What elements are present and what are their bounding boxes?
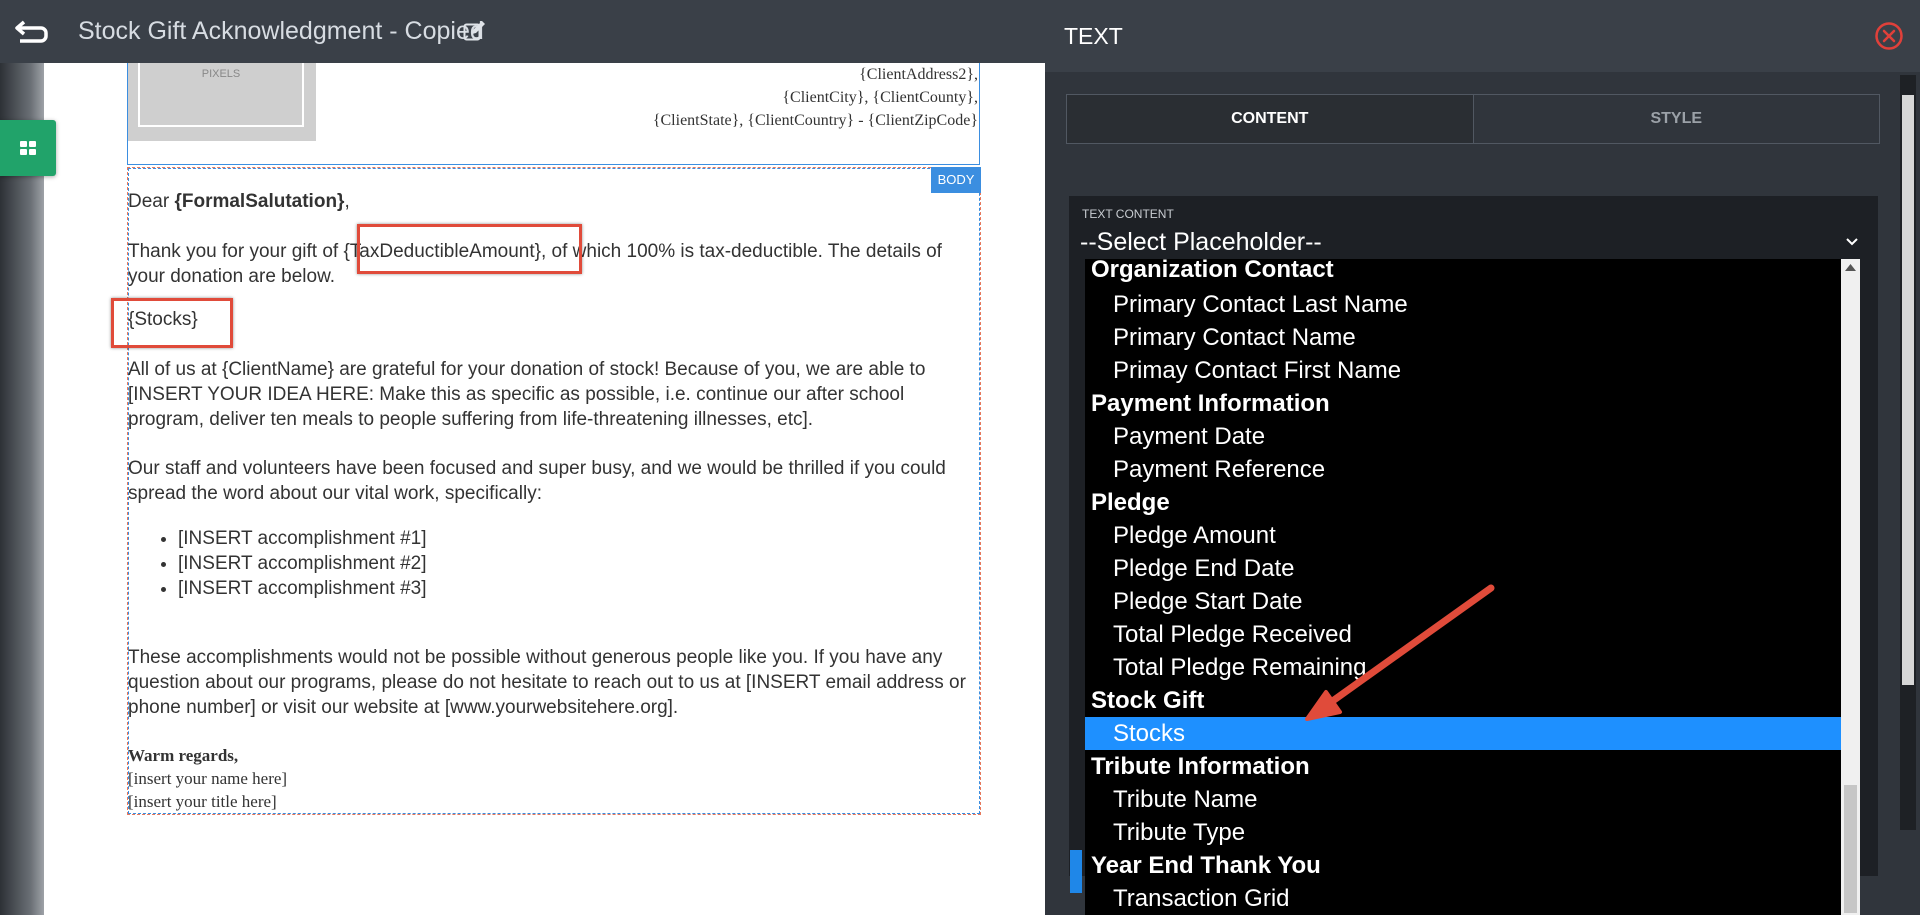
tax-amount-highlight-box xyxy=(357,224,582,274)
list-item: [INSERT accomplishment #1] xyxy=(178,526,978,551)
contact-paragraph: These accomplishments would not be possi… xyxy=(128,647,966,718)
option-group: Stock Gift xyxy=(1091,687,1205,714)
list-item[interactable]: Total Pledge Remaining xyxy=(1085,651,1841,684)
editor-header: Stock Gift Acknowledgment - Copied xyxy=(0,0,1045,63)
grid-icon xyxy=(20,141,36,155)
list-item[interactable]: Transaction Grid xyxy=(1085,882,1841,915)
apply-button[interactable] xyxy=(1070,850,1082,893)
client-address: {ClientAddress2}, {ClientCity}, {ClientC… xyxy=(653,63,978,132)
list-item[interactable]: Tribute Type xyxy=(1085,816,1841,849)
dropdown-options: Organization Contact Primary Contact Las… xyxy=(1085,259,1841,915)
stocks-placeholder: {Stocks} xyxy=(128,309,198,330)
accomplishment-list: [INSERT accomplishment #1] [INSERT accom… xyxy=(128,526,978,601)
greeting-placeholder: {FormalSalutation} xyxy=(174,191,345,212)
back-button[interactable] xyxy=(0,0,63,63)
canvas-gutter xyxy=(0,63,44,915)
placeholder-dropdown-list[interactable]: Organization Contact Primary Contact Las… xyxy=(1085,259,1860,915)
greeting: Dear {FormalSalutation}, xyxy=(128,189,978,214)
list-item[interactable]: Pledge End Date xyxy=(1085,552,1841,585)
list-item-selected[interactable]: Stocks xyxy=(1085,717,1841,750)
signature-name: [insert your name here] xyxy=(128,769,288,788)
option-group: Payment Information xyxy=(1091,390,1330,417)
list-item[interactable]: Pledge Start Date xyxy=(1085,585,1841,618)
panel-scrollbar-thumb[interactable] xyxy=(1902,95,1914,685)
address-line: {ClientCity}, {ClientCounty}, xyxy=(782,89,978,106)
panel-title: TEXT xyxy=(1064,23,1123,49)
chevron-down-icon[interactable] xyxy=(1845,237,1859,247)
signature-title: [insert your title here] xyxy=(128,792,277,811)
gratitude-paragraph: All of us at {ClientName} are grateful f… xyxy=(128,359,926,430)
back-arrow-icon xyxy=(14,20,48,43)
dropdown-scrollbar[interactable] xyxy=(1841,259,1860,915)
address-line: {ClientAddress2}, xyxy=(859,66,978,83)
list-item[interactable]: Total Pledge Received xyxy=(1085,618,1841,651)
document-title: Stock Gift Acknowledgment - Copied xyxy=(78,17,484,45)
list-item[interactable]: Primary Contact Name xyxy=(1085,321,1841,354)
list-item[interactable]: Payment Date xyxy=(1085,420,1841,453)
logo-placeholder[interactable]: PIXELS xyxy=(128,63,316,141)
list-item[interactable]: Pledge Amount xyxy=(1085,519,1841,552)
list-item[interactable]: Payment Reference xyxy=(1085,453,1841,486)
placeholder-select[interactable]: --Select Placeholder-- xyxy=(1080,228,1322,257)
scroll-up-icon[interactable] xyxy=(1845,264,1856,271)
tab-content[interactable]: CONTENT xyxy=(1067,95,1474,143)
letter-content[interactable]: Dear {FormalSalutation}, Thank you for y… xyxy=(128,185,978,813)
staff-paragraph: Our staff and volunteers have been focus… xyxy=(128,458,946,504)
letter-header-block[interactable]: PIXELS {ClientAddress2}, {ClientCity}, {… xyxy=(127,63,980,165)
close-icon[interactable] xyxy=(1874,21,1904,51)
option-group: Organization Contact xyxy=(1091,259,1334,283)
list-item[interactable]: Tribute Name xyxy=(1085,783,1841,816)
tab-style[interactable]: STYLE xyxy=(1474,95,1880,143)
closing: Warm regards, xyxy=(128,746,239,765)
option-group: Year End Thank You xyxy=(1091,852,1321,879)
logo-size-label: PIXELS xyxy=(138,63,304,127)
list-item: [INSERT accomplishment #2] xyxy=(178,551,978,576)
greeting-suffix: , xyxy=(344,191,350,212)
list-item: [INSERT accomplishment #3] xyxy=(178,576,978,601)
layout-toggle-button[interactable] xyxy=(0,120,56,176)
gift-line-prefix: Thank you for your gift of xyxy=(128,241,344,262)
address-line: {ClientState}, {ClientCountry} - {Client… xyxy=(652,112,978,129)
option-group: Tribute Information xyxy=(1091,753,1310,780)
panel-tabs: CONTENT STYLE xyxy=(1066,94,1880,144)
greeting-prefix: Dear xyxy=(128,191,175,212)
edit-title-icon[interactable] xyxy=(463,20,487,42)
text-content-label: TEXT CONTENT xyxy=(1082,207,1174,221)
stocks-highlight-box xyxy=(111,298,233,348)
list-item[interactable]: Primay Contact First Name xyxy=(1085,354,1841,387)
list-item[interactable]: Primary Contact Last Name xyxy=(1085,288,1841,321)
dropdown-scrollbar-thumb[interactable] xyxy=(1844,785,1857,913)
option-group: Pledge xyxy=(1091,489,1170,516)
